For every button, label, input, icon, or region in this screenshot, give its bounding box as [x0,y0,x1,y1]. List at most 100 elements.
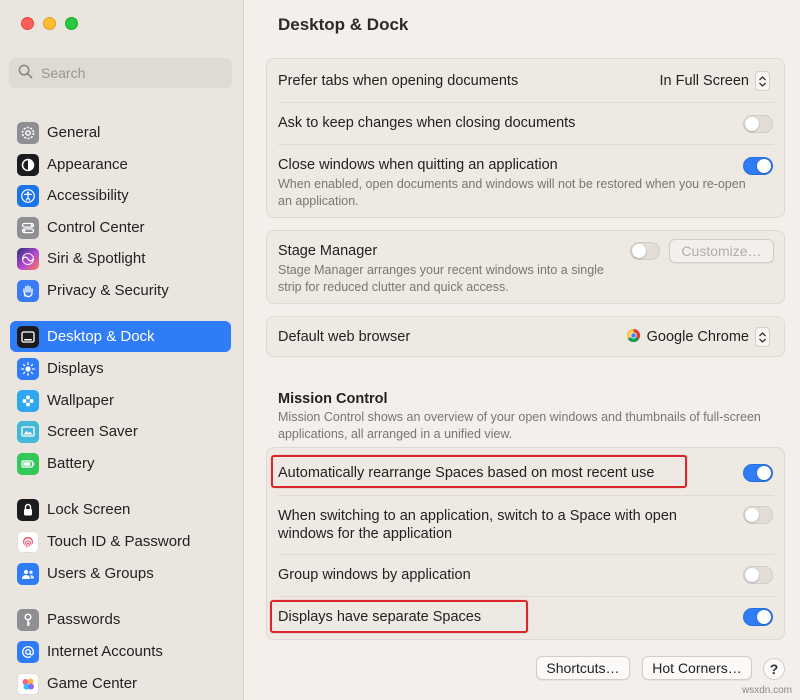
sidebar-item-lock-screen[interactable]: Lock Screen [10,494,231,525]
users-icon [17,562,39,585]
flower-icon [17,389,39,412]
switch-space-toggle[interactable] [743,506,773,524]
minimize-window-button[interactable] [43,17,56,30]
shortcuts-button[interactable]: Shortcuts… [536,656,630,680]
ask-keep-changes-label: Ask to keep changes when closing documen… [278,115,576,131]
sidebar-item-label: Touch ID & Password [47,533,191,550]
switch-space-label: When switching to an application, switch… [278,508,677,542]
lock-icon [17,498,39,521]
chevron-updown-icon [755,71,770,91]
fingerprint-icon [17,530,39,553]
sidebar-item-appearance[interactable]: Appearance [10,149,231,180]
stage-manager-card: Stage Manager Customize… Stage Manager a… [266,230,785,304]
sidebar-item-label: Privacy & Security [47,282,169,299]
window-controls [21,17,78,30]
sidebar-item-label: Appearance [47,156,128,173]
mission-control-title: Mission Control [278,391,388,407]
default-browser-value: Google Chrome [646,329,749,345]
separate-spaces-toggle[interactable] [743,608,773,626]
sidebar: General Appearance Accessibility Control… [0,0,244,700]
siri-icon [17,247,39,270]
close-windows-toggle[interactable] [743,157,773,175]
help-button[interactable]: ? [763,658,785,680]
accessibility-icon [17,184,39,207]
highlight-box [270,600,528,633]
sidebar-item-screen-saver[interactable]: Screen Saver [10,416,231,447]
at-icon [17,640,39,663]
sun-icon [17,357,39,380]
chevron-updown-icon [755,327,770,347]
sidebar-item-label: Siri & Spotlight [47,250,146,267]
battery-icon [17,452,39,475]
customize-button[interactable]: Customize… [669,239,774,263]
stage-manager-label: Stage Manager [278,243,378,259]
hand-icon [17,279,39,302]
sidebar-item-siri-spotlight[interactable]: Siri & Spotlight [10,243,231,274]
magnifier-icon [18,64,33,82]
default-browser-label: Default web browser [278,329,411,345]
watermark: wsxdn.com [741,685,792,696]
prefer-tabs-value: In Full Screen [659,73,749,89]
sidebar-item-accessibility[interactable]: Accessibility [10,180,231,211]
close-window-button[interactable] [21,17,34,30]
chrome-icon [626,328,641,347]
auto-rearrange-toggle[interactable] [743,464,773,482]
stage-manager-description: Stage Manager arranges your recent windo… [278,263,604,294]
sidebar-item-wallpaper[interactable]: Wallpaper [10,385,231,416]
sidebar-item-label: Wallpaper [47,392,114,409]
sidebar-item-displays[interactable]: Displays [10,353,231,384]
group-windows-label: Group windows by application [278,567,471,583]
divider [278,102,774,103]
page-title: Desktop & Dock [278,15,409,34]
sidebar-item-control-center[interactable]: Control Center [10,212,231,243]
sidebar-item-label: Desktop & Dock [47,328,155,345]
ask-keep-changes-toggle[interactable] [743,115,773,133]
sidebar-item-desktop-dock[interactable]: Desktop & Dock [10,321,231,352]
sidebar-item-privacy-security[interactable]: Privacy & Security [10,275,231,306]
search-field[interactable] [9,58,232,88]
sidebar-item-touch-id-password[interactable]: Touch ID & Password [10,526,231,557]
desktop-dock-icon [17,325,39,348]
appearance-icon [17,153,39,176]
sidebar-item-passwords[interactable]: Passwords [10,604,231,635]
key-icon [17,608,39,631]
prefer-tabs-label: Prefer tabs when opening documents [278,73,519,89]
default-browser-card: Default web browser Google Chrome [266,316,785,357]
divider [278,144,774,145]
stage-manager-toggle[interactable] [630,242,660,260]
gear-icon [17,121,39,144]
sidebar-item-label: Lock Screen [47,501,131,518]
sidebar-item-game-center[interactable]: Game Center [10,668,231,699]
sidebar-item-internet-accounts[interactable]: Internet Accounts [10,636,231,667]
mission-control-description: Mission Control shows an overview of you… [278,410,761,441]
control-center-icon [17,216,39,239]
divider [278,495,774,496]
sidebar-item-label: Passwords [47,611,121,628]
divider [278,554,774,555]
prefer-tabs-select[interactable]: In Full Screen [660,71,770,91]
group-windows-toggle[interactable] [743,566,773,584]
highlight-box [271,455,687,488]
sidebar-item-label: Users & Groups [47,565,154,582]
default-browser-select[interactable]: Google Chrome [626,327,770,347]
sidebar-item-label: Game Center [47,675,138,692]
sidebar-item-battery[interactable]: Battery [10,448,231,479]
hot-corners-button[interactable]: Hot Corners… [642,656,752,680]
search-input[interactable] [41,65,211,81]
zoom-window-button[interactable] [65,17,78,30]
close-windows-description: When enabled, open documents and windows… [278,177,746,208]
close-windows-label: Close windows when quitting an applicati… [278,157,558,173]
sidebar-item-label: Displays [47,360,104,377]
screen-saver-icon [17,420,39,443]
game-center-icon [17,672,39,695]
sidebar-item-users-groups[interactable]: Users & Groups [10,558,231,589]
windows-settings-card: Prefer tabs when opening documents In Fu… [266,58,785,218]
sidebar-item-label: Accessibility [47,187,129,204]
divider [278,596,774,597]
sidebar-item-label: Battery [47,455,95,472]
sidebar-item-general[interactable]: General [10,117,231,148]
sidebar-item-label: Control Center [47,219,145,236]
sidebar-item-label: Screen Saver [47,423,138,440]
sidebar-item-label: General [47,124,101,141]
sidebar-item-label: Internet Accounts [47,643,163,660]
